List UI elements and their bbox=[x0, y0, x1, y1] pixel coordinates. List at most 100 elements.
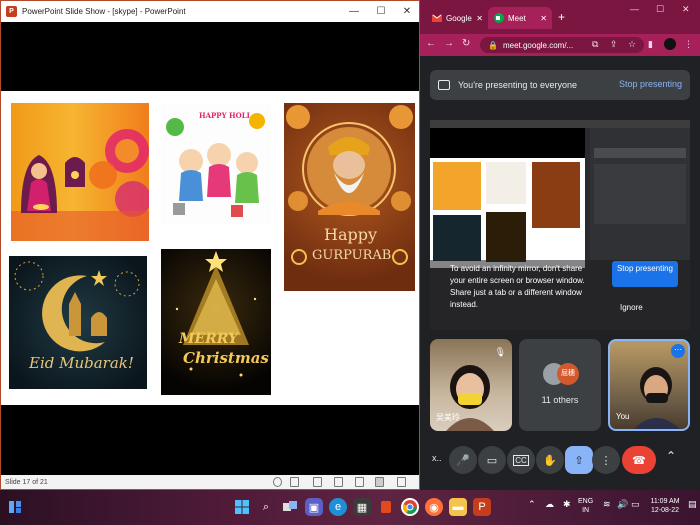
preview-christmas bbox=[486, 212, 526, 262]
preview-meet-banner bbox=[594, 148, 686, 158]
close-button[interactable]: ✕ bbox=[682, 4, 690, 15]
preview-gurpurab bbox=[532, 162, 580, 228]
mic-muted-icon: 🎙 bbox=[494, 347, 506, 357]
preview-letterbox bbox=[430, 128, 585, 158]
chrome-menu-icon[interactable]: ⋮ bbox=[684, 39, 693, 50]
cast-icon[interactable]: ⧉ bbox=[592, 39, 598, 50]
clock[interactable]: 11:09 AM 12-08-22 bbox=[646, 497, 684, 515]
task-view-icon[interactable] bbox=[281, 498, 299, 516]
chevron-up-icon[interactable]: ⌃ bbox=[666, 449, 676, 463]
language-line1: ENG bbox=[578, 498, 594, 505]
hand-icon: ✋ bbox=[543, 454, 557, 467]
gurpurab-caption-line1: Happy bbox=[324, 225, 378, 244]
powerpoint-window: P PowerPoint Slide Show - [skype] - Powe… bbox=[0, 0, 420, 490]
holi-image: HAPPY HOLI bbox=[161, 103, 271, 225]
self-tile[interactable]: ⋯ You bbox=[608, 339, 690, 431]
tab-meet[interactable]: Meet ✕ bbox=[488, 7, 552, 29]
powerpoint-logo-icon: P bbox=[6, 6, 17, 17]
volume-icon[interactable]: 🔊 bbox=[617, 500, 628, 509]
side-panel-icon[interactable]: ▮ bbox=[648, 39, 653, 50]
comments-icon[interactable] bbox=[313, 477, 322, 487]
meeting-details-truncated[interactable]: x.. bbox=[432, 453, 442, 463]
close-tab-icon[interactable]: ✕ bbox=[540, 14, 547, 23]
screen: P PowerPoint Slide Show - [skype] - Powe… bbox=[0, 0, 700, 525]
christmas-image: MERRY Christmas bbox=[161, 249, 271, 395]
reading-view-icon[interactable] bbox=[355, 477, 364, 487]
show-hidden-icons[interactable]: ⌃ bbox=[528, 500, 536, 509]
powerpoint-taskbar-icon[interactable]: P bbox=[473, 498, 491, 516]
back-icon[interactable]: ← bbox=[426, 38, 436, 49]
raise-hand-button[interactable]: ✋ bbox=[536, 446, 564, 474]
meet-icon bbox=[494, 13, 504, 23]
present-icon: ⇧ bbox=[574, 454, 584, 467]
wifi-icon[interactable]: ≋ bbox=[603, 500, 611, 509]
participant-tile-others[interactable]: 屈穗 11 others bbox=[519, 339, 601, 431]
new-tab-button[interactable]: + bbox=[558, 10, 565, 24]
captions-button[interactable]: CC bbox=[507, 446, 535, 474]
lock-icon: 🔒 bbox=[488, 40, 498, 50]
profile-avatar[interactable] bbox=[664, 38, 676, 50]
maximize-button[interactable]: ☐ bbox=[368, 1, 394, 22]
bookmark-star-icon[interactable]: ☆ bbox=[628, 39, 636, 50]
stop-presenting-link[interactable]: Stop presenting bbox=[619, 79, 682, 89]
gurpurab-image: Happy GURPURAB bbox=[284, 103, 415, 291]
minimize-button[interactable]: — bbox=[341, 1, 367, 22]
notification-icon[interactable]: ▤ bbox=[688, 500, 697, 509]
minimize-button[interactable]: — bbox=[630, 4, 639, 14]
diwali-image bbox=[11, 103, 149, 241]
bluetooth-icon[interactable]: ✱ bbox=[563, 500, 571, 509]
widgets-icon[interactable] bbox=[6, 498, 24, 516]
slide-sorter-icon[interactable] bbox=[334, 477, 343, 487]
address-bar[interactable]: 🔒 meet.google.com/... bbox=[480, 37, 644, 53]
powerpoint-window-title: PowerPoint Slide Show - [skype] - PowerP… bbox=[22, 7, 186, 16]
maximize-button[interactable]: ☐ bbox=[656, 4, 664, 15]
screen-share-preview: To avoid an infinity mirror, don't share… bbox=[430, 120, 690, 330]
hang-up-icon: ☎ bbox=[632, 454, 646, 467]
clock-date: 12-08-22 bbox=[650, 507, 680, 514]
microphone-icon: 🎤 bbox=[456, 454, 470, 467]
present-screen-icon bbox=[438, 80, 450, 90]
share-icon[interactable]: ⇪ bbox=[610, 39, 618, 50]
ignore-button[interactable]: Ignore bbox=[620, 303, 643, 312]
participant-tile[interactable]: 🎙 吴美玲 bbox=[430, 339, 512, 431]
tab-label: Meet bbox=[508, 13, 526, 23]
language-line2: IN bbox=[582, 507, 590, 514]
office-icon[interactable] bbox=[377, 498, 395, 516]
leave-call-button[interactable]: ☎ bbox=[622, 446, 656, 474]
windows-start-icon[interactable] bbox=[233, 498, 251, 516]
holi-caption: HAPPY HOLI bbox=[199, 111, 250, 120]
close-tab-icon[interactable]: ✕ bbox=[476, 14, 483, 23]
notes-icon[interactable] bbox=[273, 477, 282, 487]
chrome-icon[interactable] bbox=[401, 498, 419, 516]
slide-canvas[interactable]: HAPPY HOLI Happy GURPURAB Eid Mubarak! M… bbox=[1, 91, 419, 405]
microphone-button[interactable]: 🎤 bbox=[449, 446, 477, 474]
present-now-button[interactable]: ⇧ bbox=[565, 446, 593, 474]
close-button[interactable]: ✕ bbox=[394, 1, 419, 22]
preview-holi bbox=[486, 162, 526, 204]
participant-name: You bbox=[616, 412, 630, 421]
mirror-warning-text: To avoid an infinity mirror, don't share… bbox=[450, 264, 585, 309]
forward-icon[interactable]: → bbox=[444, 38, 454, 49]
presenting-banner: You're presenting to everyone Stop prese… bbox=[430, 70, 690, 100]
slide-show-icon[interactable] bbox=[375, 477, 384, 487]
onedrive-icon[interactable]: ☁ bbox=[545, 500, 554, 509]
more-options-icon[interactable]: ⋯ bbox=[671, 344, 685, 358]
language-indicator[interactable]: ENG IN bbox=[578, 497, 593, 515]
more-options-button[interactable]: ⋮ bbox=[592, 446, 620, 474]
tab-google[interactable]: Google ✕ bbox=[426, 7, 488, 29]
battery-icon[interactable]: ▭ bbox=[631, 500, 640, 509]
teams-chat-icon[interactable]: ▣ bbox=[305, 498, 323, 516]
store-icon[interactable]: ▦ bbox=[353, 498, 371, 516]
captions-icon: CC bbox=[513, 454, 529, 466]
edge-icon[interactable]: e bbox=[329, 498, 347, 516]
reload-icon[interactable]: ↻ bbox=[462, 38, 470, 49]
search-icon[interactable]: ⌕ bbox=[257, 498, 275, 516]
stop-presenting-button[interactable]: Stop presenting bbox=[612, 261, 678, 287]
normal-view-icon[interactable] bbox=[290, 477, 299, 487]
fit-slide-icon[interactable] bbox=[397, 477, 406, 487]
file-explorer-icon[interactable]: ▬ bbox=[449, 498, 467, 516]
gurpurab-caption-line2: GURPURAB bbox=[312, 248, 392, 263]
firefox-icon[interactable]: ◉ bbox=[425, 498, 443, 516]
camera-button[interactable]: ▭ bbox=[478, 446, 506, 474]
presenting-text: You're presenting to everyone bbox=[458, 80, 577, 90]
